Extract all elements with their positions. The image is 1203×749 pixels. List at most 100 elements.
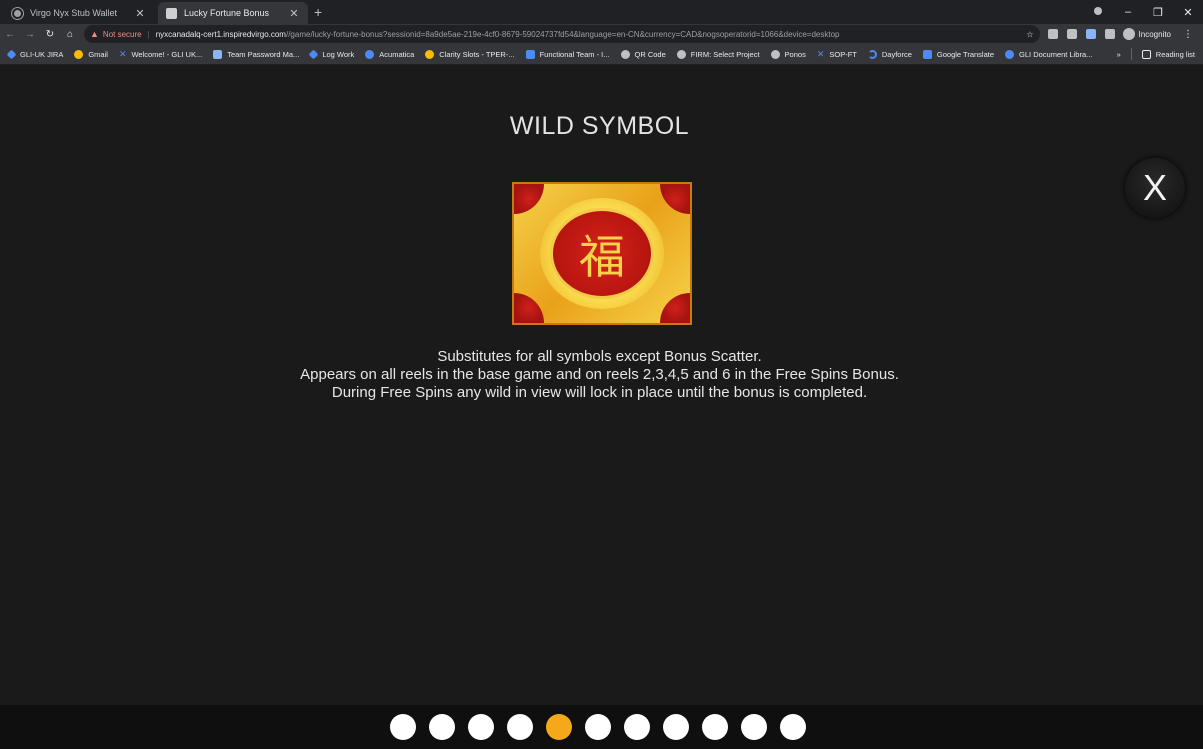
bookmark-label: Team Password Ma... <box>227 49 300 59</box>
calendar-extension-icon[interactable] <box>1066 29 1077 39</box>
description-line: Appears on all reels in the base game an… <box>300 366 899 383</box>
library-icon <box>1005 49 1015 59</box>
google-icon <box>74 49 84 59</box>
bookmark-functional-team[interactable]: Functional Team - I... <box>525 49 610 59</box>
warning-icon: ▲ <box>90 29 99 39</box>
bookmark-label: Welcome! - GLI UK... <box>131 49 203 59</box>
menu-icon[interactable]: ⋮ <box>1183 29 1193 40</box>
bookmark-gli-uk-jira[interactable]: GLI-UK JIRA <box>6 49 63 59</box>
not-secure-label[interactable]: Not secure <box>103 30 142 39</box>
confluence-icon: ✕ <box>118 48 127 59</box>
bookmark-label: Acumatica <box>379 49 415 59</box>
dayforce-icon <box>867 49 877 59</box>
reading-list-label: Reading list <box>1155 49 1195 59</box>
bookmark-welcome-gli-uk[interactable]: ✕ Welcome! - GLI UK... <box>118 48 203 59</box>
browser-toolbar: ← → ↻ ⌂ ▲ Not secure | nyxcanadalq-cert1… <box>0 24 1203 44</box>
bookmark-label: Ponos <box>784 49 806 59</box>
close-paytable-button[interactable]: X <box>1125 158 1185 218</box>
profile-label: Incognito <box>1138 29 1171 39</box>
bookmark-qr-code[interactable]: QR Code <box>620 49 666 59</box>
page-dot-9[interactable] <box>702 714 728 740</box>
tab-lucky-fortune-bonus[interactable]: Lucky Fortune Bonus ✕ <box>158 2 308 24</box>
url-path: //game/lucky-fortune-bonus?sessionid=8a9… <box>285 29 840 39</box>
translate-icon <box>922 49 932 59</box>
page-title: WILD SYMBOL <box>509 112 690 140</box>
puzzle-icon[interactable] <box>1104 29 1115 39</box>
bookmarks-right: » Reading list <box>1117 48 1195 60</box>
docs-icon <box>525 49 535 59</box>
bookmark-gmail[interactable]: Gmail <box>74 49 108 59</box>
close-icon: X <box>1142 167 1167 208</box>
address-bar[interactable]: ▲ Not secure | nyxcanadalq-cert1.inspire… <box>84 25 1040 43</box>
bookmark-label: Google Translate <box>936 49 995 59</box>
game-favicon-icon <box>166 7 177 19</box>
jira-icon <box>308 49 319 59</box>
page-dot-8[interactable] <box>663 714 689 740</box>
page-dot-11[interactable] <box>780 714 806 740</box>
tab-virgo-nyx-stub-wallet[interactable]: Virgo Nyx Stub Wallet ✕ <box>4 2 154 24</box>
page-dot-6[interactable] <box>585 714 611 740</box>
bookmark-star-icon[interactable]: ☆ <box>1020 30 1033 39</box>
address-separator: | <box>147 29 150 39</box>
page-dot-3[interactable] <box>468 714 494 740</box>
incognito-icon <box>1122 28 1135 40</box>
reading-list-icon <box>1141 49 1151 59</box>
bookmark-label: QR Code <box>634 49 666 59</box>
window-close-button[interactable]: ✕ <box>1173 6 1203 19</box>
browser-tab-strip: Virgo Nyx Stub Wallet ✕ Lucky Fortune Bo… <box>0 0 1203 24</box>
translate-extension-icon[interactable] <box>1085 29 1096 39</box>
bookmark-acumatica[interactable]: Acumatica <box>365 49 415 59</box>
calendar-icon <box>213 49 223 59</box>
bookmark-team-password[interactable]: Team Password Ma... <box>213 49 300 59</box>
bookmark-dayforce[interactable]: Dayforce <box>867 49 912 59</box>
page-indicator-bar <box>0 705 1203 749</box>
qr-extension-icon[interactable] <box>1047 29 1058 39</box>
symbol-description: Substitutes for all symbols except Bonus… <box>0 348 1199 402</box>
record-dot-icon <box>1094 7 1102 15</box>
minimize-button[interactable]: – <box>1113 6 1143 18</box>
bookmark-ponos[interactable]: Ponos <box>770 49 806 59</box>
description-line: Substitutes for all symbols except Bonus… <box>437 348 762 365</box>
bookmark-label: FIRM: Select Project <box>690 49 760 59</box>
bookmark-gli-document-library[interactable]: GLI Document Libra... <box>1005 49 1093 59</box>
description-line: During Free Spins any wild in view will … <box>331 384 868 401</box>
globe-icon <box>620 49 630 59</box>
forward-button[interactable]: → <box>20 29 40 40</box>
globe-icon <box>12 7 23 19</box>
bookmark-label: Log Work <box>322 49 355 59</box>
page-dot-1[interactable] <box>390 714 416 740</box>
recording-indicator <box>1083 6 1113 18</box>
close-icon[interactable]: ✕ <box>134 7 146 20</box>
bookmarks-bar: GLI-UK JIRA Gmail ✕ Welcome! - GLI UK... … <box>0 44 1203 65</box>
new-tab-button[interactable]: + <box>314 2 322 24</box>
google-icon <box>425 49 435 59</box>
bookmark-clarity-slots[interactable]: Clarity Slots - TPER-... <box>425 49 515 59</box>
bookmark-sop-ft[interactable]: ✕ SOP-FT <box>816 48 857 59</box>
bookmark-google-translate[interactable]: Google Translate <box>922 49 995 59</box>
more-bookmarks-icon[interactable]: » <box>1117 50 1121 59</box>
home-button[interactable]: ⌂ <box>60 29 80 40</box>
close-icon[interactable]: ✕ <box>288 7 300 20</box>
tab-title: Virgo Nyx Stub Wallet <box>30 8 118 18</box>
back-button[interactable]: ← <box>0 29 20 40</box>
reload-button[interactable]: ↻ <box>40 29 60 40</box>
maximize-button[interactable]: ❐ <box>1143 6 1173 19</box>
bookmark-log-work[interactable]: Log Work <box>308 49 355 59</box>
tab-title: Lucky Fortune Bonus <box>184 8 270 18</box>
page-dot-7[interactable] <box>624 714 650 740</box>
reading-list-button[interactable]: Reading list <box>1141 49 1195 59</box>
url-host: nyxcanadalq-cert1.inspiredvirgo.com <box>155 29 286 39</box>
page-dot-5[interactable] <box>546 714 572 740</box>
game-paytable-page: WILD SYMBOL 福 Substitutes for all symbol… <box>0 66 1203 705</box>
page-dot-4[interactable] <box>507 714 533 740</box>
fu-character: 福 <box>579 229 625 284</box>
wild-symbol-image: 福 <box>512 182 692 325</box>
confluence-icon: ✕ <box>816 48 825 59</box>
globe-icon <box>770 49 780 59</box>
page-dot-2[interactable] <box>429 714 455 740</box>
bookmark-label: GLI Document Libra... <box>1019 49 1093 59</box>
incognito-profile[interactable]: Incognito <box>1122 28 1171 40</box>
bookmark-firm-select-project[interactable]: FIRM: Select Project <box>676 49 760 59</box>
page-dot-10[interactable] <box>741 714 767 740</box>
bookmark-label: Dayforce <box>881 49 912 59</box>
